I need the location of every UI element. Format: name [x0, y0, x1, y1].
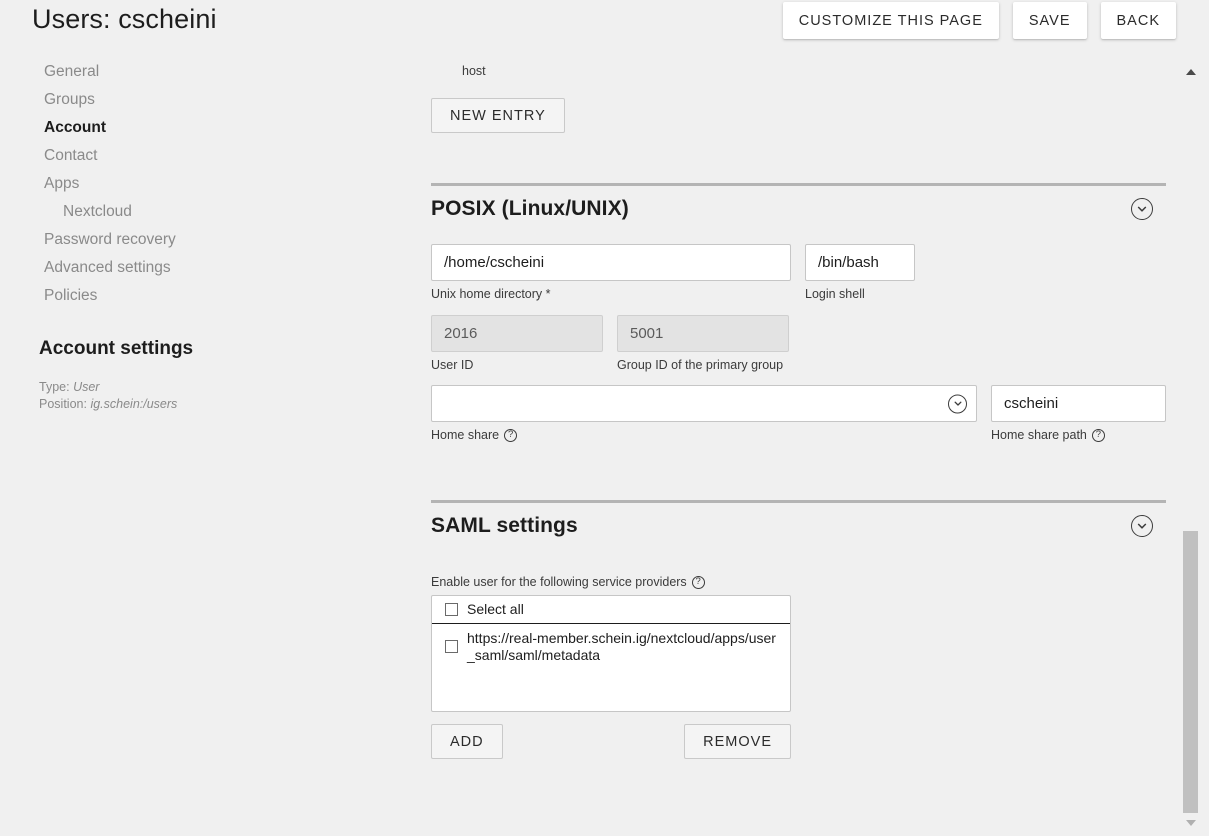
user-id-field-group: User ID	[431, 315, 603, 372]
home-share-label: Home share ?	[431, 428, 977, 442]
user-id-label: User ID	[431, 358, 474, 372]
save-button[interactable]: SAVE	[1012, 2, 1087, 39]
sidebar-item-account[interactable]: Account	[0, 114, 400, 142]
user-id-input	[431, 315, 603, 352]
home-share-path-label-text: Home share path	[991, 428, 1087, 442]
posix-section-divider	[431, 183, 1166, 186]
home-share-path-label: Home share path ?	[991, 428, 1166, 442]
metadata-position-value: ig.schein:/users	[90, 397, 178, 411]
sidebar-item-apps[interactable]: Apps	[0, 170, 400, 198]
login-shell-field-group: Login shell	[805, 244, 915, 301]
posix-row-home-shell: Unix home directory * Login shell	[431, 244, 1183, 301]
back-button[interactable]: BACK	[1100, 2, 1176, 39]
service-provider-checkbox[interactable]	[445, 640, 458, 653]
saml-section-header: SAML settings	[431, 514, 1166, 538]
list-empty-space	[432, 669, 790, 711]
group-id-input	[617, 315, 789, 352]
help-icon[interactable]: ?	[691, 575, 705, 589]
chevron-down-circle-icon[interactable]	[948, 394, 967, 413]
object-metadata: Type: User Position: ig.schein:/users	[0, 379, 400, 413]
unix-home-directory-input[interactable]	[431, 244, 791, 281]
metadata-type-row: Type: User	[39, 379, 400, 396]
group-id-label: Group ID of the primary group	[617, 358, 784, 372]
list-item[interactable]: https://real-member.schein.ig/nextcloud/…	[432, 624, 790, 669]
unix-home-directory-label: Unix home directory *	[431, 287, 551, 301]
chevron-down-circle-icon[interactable]	[1131, 198, 1153, 220]
home-share-select-wrap	[431, 385, 977, 422]
login-shell-input[interactable]	[805, 244, 915, 281]
home-share-field-group: Home share ?	[431, 385, 977, 442]
scroll-up-arrow-icon[interactable]	[1183, 64, 1198, 79]
sidebar-item-nextcloud[interactable]: Nextcloud	[0, 198, 400, 226]
content-inner: host ‸ NEW ENTRY POSIX (Linux/UNIX) Unix…	[400, 52, 1183, 799]
posix-row-home-share: Home share ? Home share path ?	[431, 385, 1183, 442]
select-all-row[interactable]: Select all	[432, 596, 790, 624]
metadata-position-row: Position: ig.schein:/users	[39, 396, 400, 413]
clipped-host-label: host	[462, 64, 486, 78]
clipped-glyph: ‸	[1007, 56, 1013, 62]
home-share-label-text: Home share	[431, 428, 500, 442]
page-title: Users: cscheini	[32, 4, 217, 34]
sidebar: General Groups Account Contact Apps Next…	[0, 58, 400, 413]
login-shell-label: Login shell	[805, 287, 865, 301]
help-icon[interactable]: ?	[1091, 428, 1105, 442]
service-providers-label-text: Enable user for the following service pr…	[431, 575, 687, 589]
sidebar-item-general[interactable]: General	[0, 58, 400, 86]
saml-list-actions: ADD REMOVE	[431, 724, 791, 759]
sidebar-item-groups[interactable]: Groups	[0, 86, 400, 114]
chevron-down-circle-icon[interactable]	[1131, 515, 1153, 537]
metadata-position-label: Position:	[39, 397, 87, 411]
posix-section-title: POSIX (Linux/UNIX)	[431, 197, 629, 220]
metadata-type-value: User	[73, 380, 100, 394]
new-entry-button[interactable]: NEW ENTRY	[431, 98, 565, 133]
scroll-down-arrow-icon[interactable]	[1183, 815, 1198, 830]
posix-section-header: POSIX (Linux/UNIX)	[431, 197, 1166, 221]
select-all-checkbox[interactable]	[445, 602, 458, 616]
remove-button[interactable]: REMOVE	[684, 724, 791, 759]
content-bottom-spacer	[431, 759, 1183, 799]
scrollbar-thumb[interactable]	[1183, 531, 1198, 813]
vertical-scrollbar[interactable]	[1183, 52, 1198, 836]
unix-home-directory-field-group: Unix home directory *	[431, 244, 791, 301]
service-provider-label: https://real-member.schein.ig/nextcloud/…	[467, 630, 776, 663]
posix-row-ids: User ID Group ID of the primary group	[431, 315, 1183, 372]
metadata-type-label: Type:	[39, 380, 70, 394]
content-scroll-area: host ‸ NEW ENTRY POSIX (Linux/UNIX) Unix…	[400, 52, 1183, 836]
home-share-path-field-group: Home share path ?	[991, 385, 1166, 442]
sidebar-item-contact[interactable]: Contact	[0, 142, 400, 170]
sidebar-item-advanced-settings[interactable]: Advanced settings	[0, 254, 400, 282]
sidebar-item-password-recovery[interactable]: Password recovery	[0, 226, 400, 254]
help-icon[interactable]: ?	[504, 428, 518, 442]
customize-this-page-button[interactable]: CUSTOMIZE THIS PAGE	[782, 2, 999, 39]
select-all-label: Select all	[467, 601, 524, 617]
service-providers-label: Enable user for the following service pr…	[431, 575, 1183, 589]
add-button[interactable]: ADD	[431, 724, 503, 759]
users-account-page: Users: cscheini CUSTOMIZE THIS PAGE SAVE…	[0, 0, 1209, 836]
saml-section-divider	[431, 500, 1166, 503]
home-share-select[interactable]	[431, 385, 977, 422]
header-actions: CUSTOMIZE THIS PAGE SAVE BACK	[782, 2, 1176, 39]
saml-section-title: SAML settings	[431, 514, 578, 537]
account-settings-heading: Account settings	[39, 338, 194, 359]
sidebar-item-policies[interactable]: Policies	[0, 282, 400, 310]
group-id-field-group: Group ID of the primary group	[617, 315, 789, 372]
clipped-previous-section: host ‸	[431, 52, 1183, 98]
home-share-path-input[interactable]	[991, 385, 1166, 422]
service-providers-list: Select all https://real-member.schein.ig…	[431, 595, 791, 712]
